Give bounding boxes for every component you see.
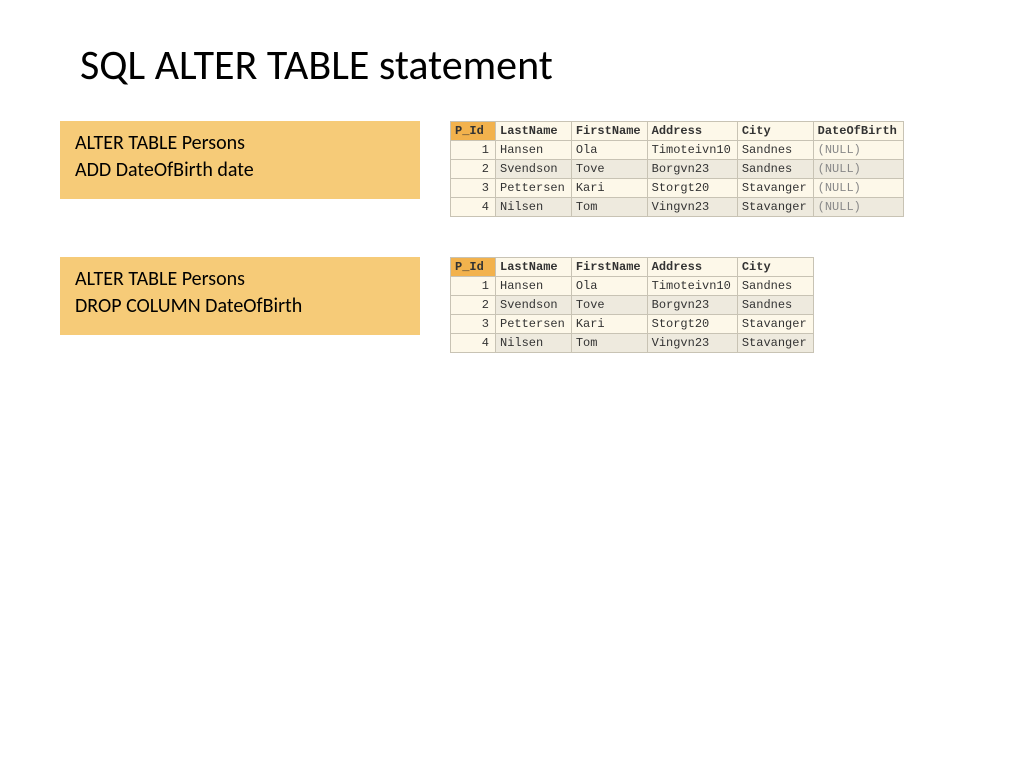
cell: Stavanger <box>737 315 813 334</box>
cell: Tom <box>571 198 647 217</box>
cell: 3 <box>451 315 496 334</box>
col-header: P_Id <box>451 122 496 141</box>
table-row: 2 Svendson Tove Borgvn23 Sandnes (NULL) <box>451 160 904 179</box>
cell: (NULL) <box>813 179 903 198</box>
col-header: Address <box>647 122 737 141</box>
cell: Ola <box>571 141 647 160</box>
cell: Sandnes <box>737 160 813 179</box>
example-1: ALTER TABLE Persons ADD DateOfBirth date… <box>60 121 964 217</box>
col-header: Address <box>647 258 737 277</box>
sql-code-box-1: ALTER TABLE Persons ADD DateOfBirth date <box>60 121 420 199</box>
cell: Storgt20 <box>647 179 737 198</box>
col-header: FirstName <box>571 122 647 141</box>
slide-title: SQL ALTER TABLE statement <box>80 40 964 91</box>
col-header: City <box>737 258 813 277</box>
sql-code-box-2: ALTER TABLE Persons DROP COLUMN DateOfBi… <box>60 257 420 335</box>
sql-line: ALTER TABLE Persons <box>75 130 405 157</box>
col-header: DateOfBirth <box>813 122 903 141</box>
table-row: 1 Hansen Ola Timoteivn10 Sandnes <box>451 277 814 296</box>
col-header: City <box>737 122 813 141</box>
sql-line: ALTER TABLE Persons <box>75 266 405 293</box>
cell: Borgvn23 <box>647 296 737 315</box>
cell: Hansen <box>496 141 572 160</box>
cell: (NULL) <box>813 141 903 160</box>
cell: Vingvn23 <box>647 334 737 353</box>
table-row: 2 Svendson Tove Borgvn23 Sandnes <box>451 296 814 315</box>
result-table-2: P_Id LastName FirstName Address City 1 H… <box>450 257 814 353</box>
cell: Timoteivn10 <box>647 141 737 160</box>
cell: Nilsen <box>496 198 572 217</box>
cell: Sandnes <box>737 141 813 160</box>
table-row: 4 Nilsen Tom Vingvn23 Stavanger <box>451 334 814 353</box>
cell: 2 <box>451 160 496 179</box>
result-table-1: P_Id LastName FirstName Address City Dat… <box>450 121 904 217</box>
cell: 4 <box>451 334 496 353</box>
cell: Vingvn23 <box>647 198 737 217</box>
example-2: ALTER TABLE Persons DROP COLUMN DateOfBi… <box>60 257 964 353</box>
cell: 3 <box>451 179 496 198</box>
sql-line: DROP COLUMN DateOfBirth <box>75 293 405 320</box>
cell: Timoteivn10 <box>647 277 737 296</box>
cell: 2 <box>451 296 496 315</box>
cell: 1 <box>451 141 496 160</box>
cell: (NULL) <box>813 198 903 217</box>
cell: Pettersen <box>496 315 572 334</box>
cell: Tom <box>571 334 647 353</box>
col-header: LastName <box>496 258 572 277</box>
table-row: 3 Pettersen Kari Storgt20 Stavanger <box>451 315 814 334</box>
cell: Storgt20 <box>647 315 737 334</box>
cell: Kari <box>571 179 647 198</box>
cell: (NULL) <box>813 160 903 179</box>
cell: Svendson <box>496 160 572 179</box>
table-row: 4 Nilsen Tom Vingvn23 Stavanger (NULL) <box>451 198 904 217</box>
table-row: 3 Pettersen Kari Storgt20 Stavanger (NUL… <box>451 179 904 198</box>
cell: Borgvn23 <box>647 160 737 179</box>
cell: Ola <box>571 277 647 296</box>
cell: Sandnes <box>737 296 813 315</box>
col-header: FirstName <box>571 258 647 277</box>
cell: Stavanger <box>737 179 813 198</box>
cell: Tove <box>571 296 647 315</box>
cell: Stavanger <box>737 334 813 353</box>
col-header: LastName <box>496 122 572 141</box>
cell: Pettersen <box>496 179 572 198</box>
cell: Kari <box>571 315 647 334</box>
cell: Sandnes <box>737 277 813 296</box>
cell: 1 <box>451 277 496 296</box>
col-header: P_Id <box>451 258 496 277</box>
table-row: 1 Hansen Ola Timoteivn10 Sandnes (NULL) <box>451 141 904 160</box>
cell: Stavanger <box>737 198 813 217</box>
cell: Svendson <box>496 296 572 315</box>
sql-line: ADD DateOfBirth date <box>75 157 405 184</box>
cell: 4 <box>451 198 496 217</box>
cell: Tove <box>571 160 647 179</box>
cell: Nilsen <box>496 334 572 353</box>
cell: Hansen <box>496 277 572 296</box>
